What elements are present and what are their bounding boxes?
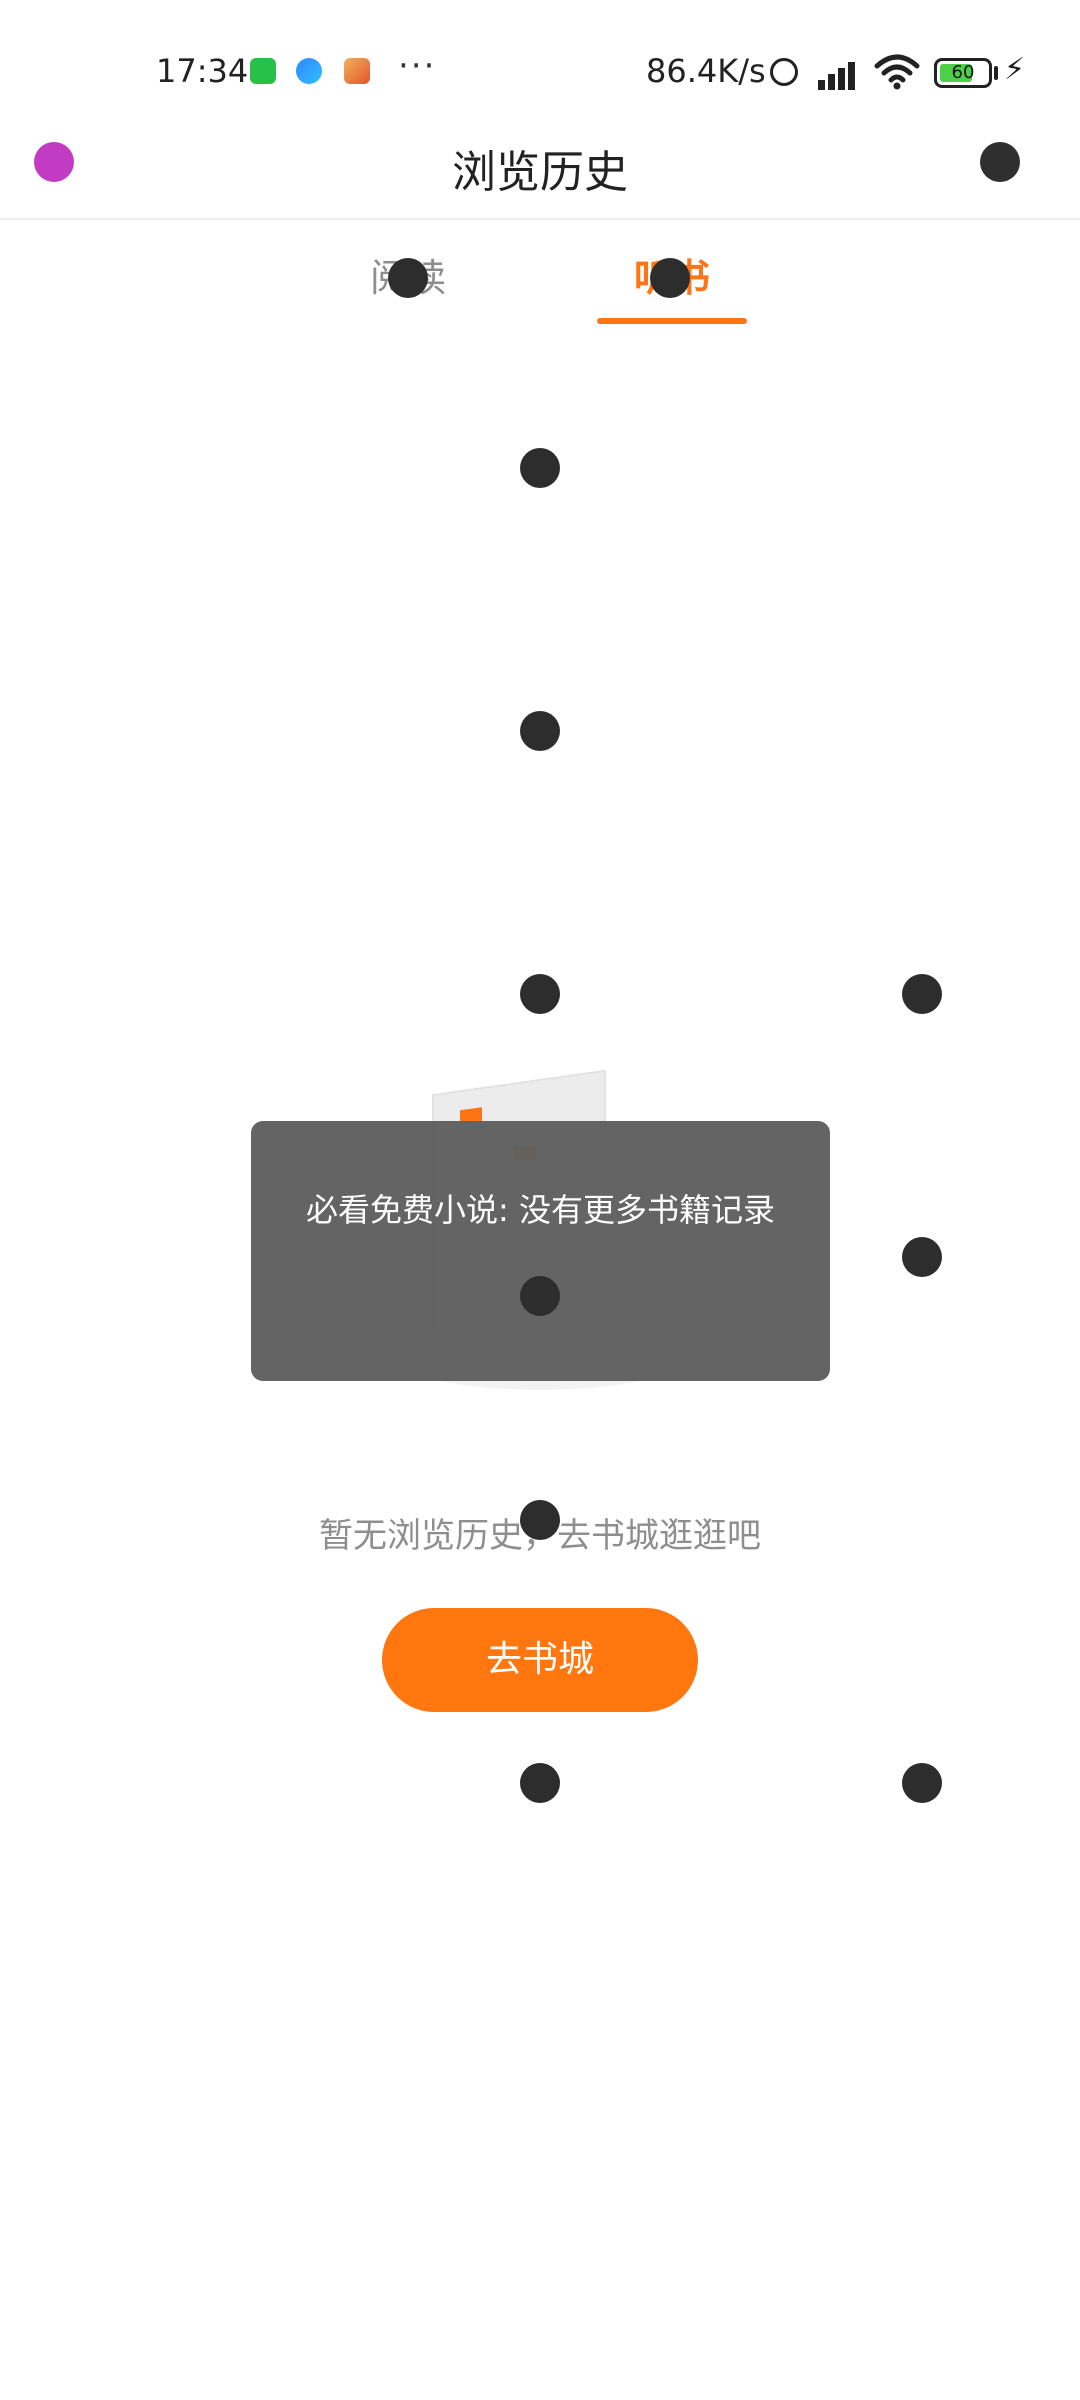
more-notifications-icon: ··· bbox=[398, 46, 437, 86]
toast-message: 必看免费小说: 没有更多书籍记录 bbox=[306, 1191, 775, 1229]
screen: 17:34 ··· 86.4K/s 60 ⚡ 浏览历史 去书城 必看免费小说: … bbox=[0, 0, 1080, 2400]
touch-indicator bbox=[520, 1763, 560, 1803]
active-tab-indicator bbox=[597, 318, 747, 324]
touch-indicator bbox=[388, 258, 428, 298]
tab-bar: 阅读 听书 bbox=[0, 240, 1080, 330]
clear-history-button[interactable] bbox=[974, 134, 1030, 190]
battery-icon: 60 bbox=[934, 58, 992, 88]
battery-level: 60 bbox=[951, 62, 975, 83]
touch-indicator bbox=[520, 1500, 560, 1540]
touch-indicator bbox=[902, 974, 942, 1014]
alarm-icon bbox=[770, 58, 798, 86]
touch-indicator bbox=[520, 974, 560, 1014]
app-notification-icon bbox=[296, 58, 322, 84]
network-speed: 86.4K/s bbox=[646, 52, 766, 90]
toast: 必看免费小说: 没有更多书籍记录 bbox=[251, 1121, 830, 1381]
game-notification-icon bbox=[344, 58, 370, 84]
status-bar: 17:34 ··· 86.4K/s 60 ⚡ bbox=[0, 0, 1080, 120]
touch-indicator bbox=[520, 1276, 560, 1316]
wechat-notification-icon bbox=[250, 58, 276, 84]
wifi-icon bbox=[874, 54, 920, 90]
status-time: 17:34 bbox=[156, 52, 249, 90]
touch-indicator bbox=[902, 1763, 942, 1803]
touch-indicator bbox=[650, 258, 690, 298]
lightning-icon: ⚡ bbox=[1004, 52, 1026, 87]
trash-icon bbox=[980, 142, 1020, 182]
page-title: 浏览历史 bbox=[452, 147, 628, 198]
touch-indicator bbox=[520, 448, 560, 488]
battery-cap bbox=[994, 66, 998, 80]
go-to-bookstore-button[interactable]: 去书城 bbox=[382, 1608, 698, 1712]
signal-icon bbox=[816, 56, 864, 90]
touch-indicator bbox=[520, 711, 560, 751]
header: 浏览历史 bbox=[0, 120, 1080, 220]
touch-indicator bbox=[902, 1237, 942, 1277]
